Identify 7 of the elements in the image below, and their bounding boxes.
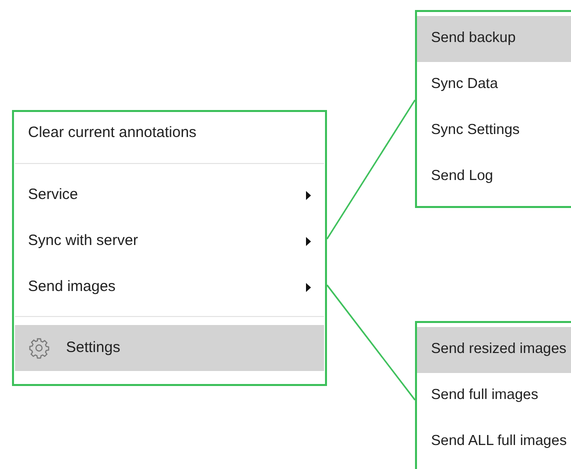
menu-item[interactable]: Settings xyxy=(15,325,324,371)
submenu-arrow-icon xyxy=(306,282,311,292)
menu-item[interactable]: Send backup xyxy=(417,16,571,62)
submenu-arrow-icon xyxy=(306,236,311,246)
menu-item[interactable]: Send resized images xyxy=(417,327,571,373)
settings-icon xyxy=(28,337,50,359)
submenu-arrow-icon xyxy=(306,190,311,200)
